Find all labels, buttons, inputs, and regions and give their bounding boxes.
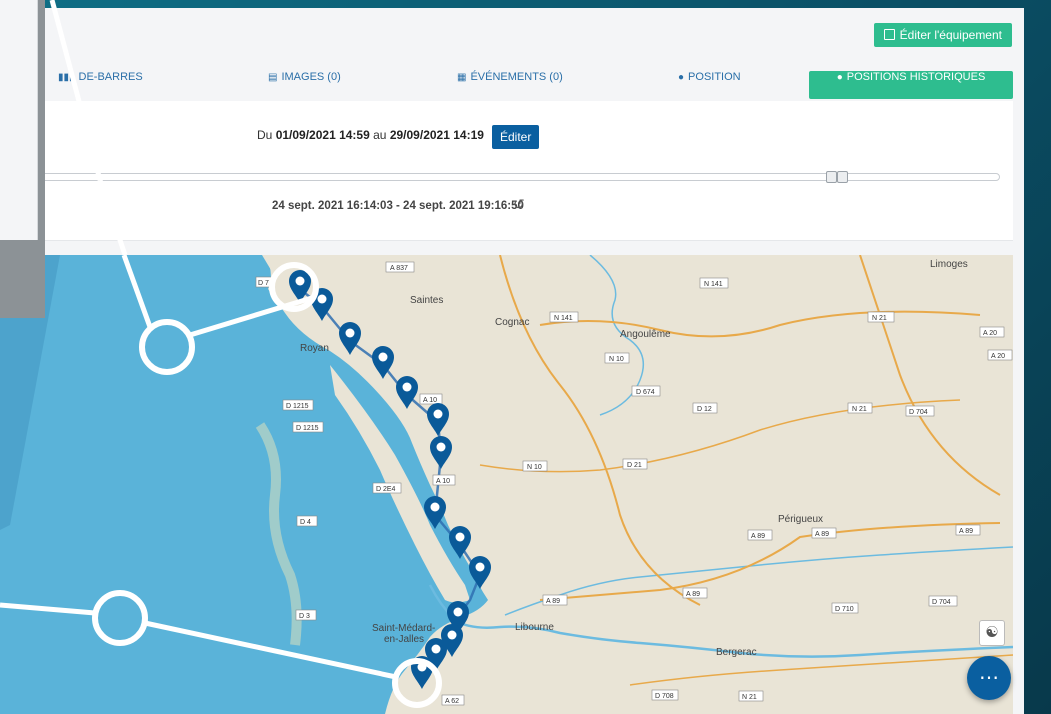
- map-marker-icon: ●: [836, 72, 843, 83]
- tab-position[interactable]: ● POSITION: [678, 71, 741, 99]
- road-label: A 20: [979, 326, 1005, 338]
- svg-text:A 20: A 20: [983, 330, 997, 337]
- road-label: D 708: [651, 689, 679, 701]
- svg-text:A 62: A 62: [445, 698, 459, 705]
- road-label: N 21: [847, 402, 873, 414]
- road-label: A 89: [747, 529, 773, 541]
- svg-text:D 1215: D 1215: [286, 403, 309, 410]
- road-label: N 21: [738, 690, 764, 702]
- road-label: D 674: [631, 385, 661, 397]
- road-label: D 4: [296, 515, 318, 527]
- road-label: D 12: [692, 402, 718, 414]
- road-label: A 837: [385, 261, 415, 273]
- map-view[interactable]: Limoges Saintes Cognac Angoulême Royan P…: [0, 255, 1013, 714]
- road-label: N 21: [867, 311, 895, 323]
- city-label: Périgueux: [778, 514, 823, 525]
- city-label: Limoges: [930, 259, 968, 270]
- city-label: Angoulême: [620, 329, 671, 340]
- city-label: Libourne: [515, 622, 554, 633]
- svg-text:A 89: A 89: [959, 528, 973, 535]
- road-label: A 89: [811, 527, 837, 539]
- road-label: D 3: [295, 609, 317, 621]
- road-label: D 21: [622, 458, 648, 470]
- tab-images[interactable]: ▤ IMAGES (0): [268, 71, 341, 99]
- slider-handle-start[interactable]: [826, 171, 837, 183]
- road-label: N 141: [699, 277, 729, 289]
- images-icon: ▤: [268, 72, 278, 83]
- svg-text:D 674: D 674: [636, 389, 655, 396]
- svg-text:A 89: A 89: [815, 531, 829, 538]
- edit-range-button[interactable]: Éditer: [492, 125, 540, 149]
- road-label: N 10: [522, 460, 548, 472]
- svg-text:A 10: A 10: [423, 397, 437, 404]
- svg-text:D 1215: D 1215: [296, 425, 319, 432]
- svg-text:N 141: N 141: [554, 315, 573, 322]
- svg-text:A 837: A 837: [390, 265, 408, 272]
- city-label: Bergerac: [716, 647, 757, 658]
- road-label: A 89: [955, 524, 981, 536]
- road-label: D 704: [928, 595, 958, 607]
- svg-text:A 20: A 20: [991, 353, 1005, 360]
- svg-text:D 7: D 7: [258, 280, 269, 287]
- svg-text:A 10: A 10: [436, 478, 450, 485]
- road-label: D 710: [831, 602, 859, 614]
- svg-text:N 21: N 21: [872, 315, 887, 322]
- road-label: A 89: [682, 587, 708, 599]
- city-label: Royan: [300, 343, 329, 354]
- tab-historical-positions[interactable]: ● POSITIONS HISTORIQUES: [809, 71, 1013, 99]
- road-label: D 1215: [282, 399, 314, 411]
- time-window-label: 24 sept. 2021 16:14:03 - 24 sept. 2021 1…: [272, 200, 524, 212]
- road-label: N 10: [604, 352, 630, 364]
- map-canvas[interactable]: Limoges Saintes Cognac Angoulême Royan P…: [0, 255, 1013, 714]
- city-label: Saint-Médard-: [372, 623, 435, 634]
- tab-events[interactable]: ▦ ÉVÉNEMENTS (0): [457, 71, 563, 99]
- chat-icon[interactable]: ⋯: [967, 656, 1011, 700]
- date-range: Du 01/09/2021 14:59 au 29/09/2021 14:19: [257, 128, 484, 142]
- svg-text:D 704: D 704: [932, 599, 951, 606]
- svg-text:N 21: N 21: [852, 406, 867, 413]
- city-label: Saintes: [410, 295, 443, 306]
- road-label: A 62: [441, 694, 465, 706]
- svg-text:N 141: N 141: [704, 281, 723, 288]
- svg-text:A 89: A 89: [686, 591, 700, 598]
- svg-text:N 10: N 10: [609, 356, 624, 363]
- svg-text:D 708: D 708: [655, 693, 674, 700]
- road-label: A 10: [432, 474, 456, 486]
- side-panel: [0, 0, 38, 240]
- road-label: D 2E4: [372, 482, 402, 494]
- svg-text:A 89: A 89: [546, 598, 560, 605]
- calendar-icon: ▦: [457, 72, 467, 83]
- refresh-icon[interactable]: ↺: [513, 196, 525, 213]
- svg-text:N 21: N 21: [742, 694, 757, 701]
- city-label: Cognac: [495, 317, 529, 328]
- edit-icon: [883, 29, 895, 40]
- svg-text:D 21: D 21: [627, 462, 642, 469]
- road-label: D 1215: [292, 421, 324, 433]
- svg-text:D 710: D 710: [835, 606, 854, 613]
- edit-equipment-button[interactable]: Éditer l'équipement: [873, 23, 1012, 47]
- road-label: A 89: [542, 594, 568, 606]
- road-label: N 141: [549, 311, 579, 323]
- svg-text:D 2E4: D 2E4: [376, 486, 396, 493]
- svg-text:N 10: N 10: [527, 464, 542, 471]
- map-marker-icon: ●: [678, 72, 685, 83]
- svg-text:D 3: D 3: [299, 613, 310, 620]
- svg-text:A 89: A 89: [751, 533, 765, 540]
- road-label: A 10: [419, 393, 443, 405]
- globe-icon[interactable]: ☯: [979, 620, 1005, 646]
- road-label: D 704: [905, 405, 935, 417]
- svg-text:D 12: D 12: [697, 406, 712, 413]
- side-panel-shadow: [0, 0, 45, 318]
- slider-handle-end[interactable]: [837, 171, 848, 183]
- svg-text:D 704: D 704: [909, 409, 928, 416]
- city-label: en-Jalles: [384, 634, 424, 645]
- road-label: A 20: [987, 349, 1013, 361]
- svg-text:D 4: D 4: [300, 519, 311, 526]
